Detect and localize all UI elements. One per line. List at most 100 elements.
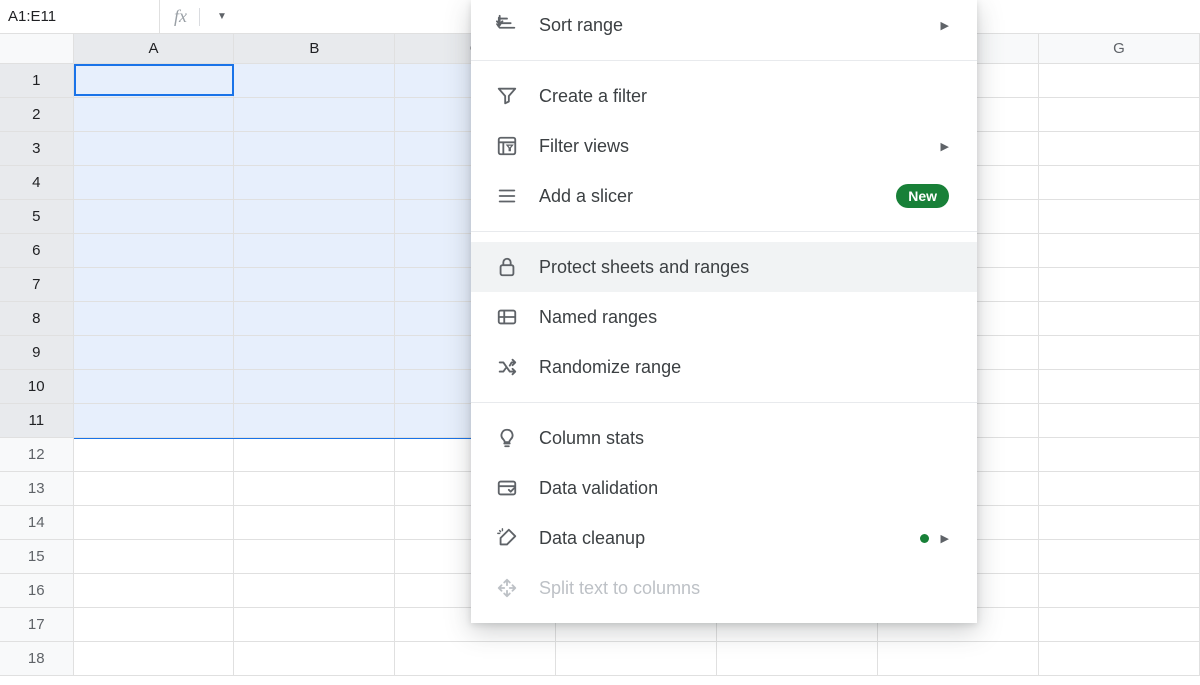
cell[interactable]: [234, 302, 395, 336]
menu-item-label: Sort range: [539, 15, 941, 36]
cell[interactable]: [74, 200, 235, 234]
split-icon: [493, 574, 521, 602]
validation-icon: [493, 474, 521, 502]
filter-icon: [493, 82, 521, 110]
cell[interactable]: [74, 642, 235, 676]
cell[interactable]: [878, 642, 1039, 676]
cell[interactable]: [234, 438, 395, 472]
menu-item-sort-range[interactable]: Sort range▶: [471, 0, 977, 50]
cell[interactable]: [1039, 404, 1200, 438]
menu-item-data-cleanup[interactable]: Data cleanup▶: [471, 513, 977, 563]
menu-item-data-validation[interactable]: Data validation: [471, 463, 977, 513]
cell[interactable]: [1039, 200, 1200, 234]
cell[interactable]: [1039, 608, 1200, 642]
row-header[interactable]: 4: [0, 166, 74, 200]
column-header[interactable]: G: [1039, 34, 1200, 63]
cell[interactable]: [234, 268, 395, 302]
row-header[interactable]: 14: [0, 506, 74, 540]
cell[interactable]: [74, 98, 235, 132]
cell[interactable]: [1039, 370, 1200, 404]
menu-item-label: Named ranges: [539, 307, 949, 328]
row-header[interactable]: 11: [0, 404, 74, 438]
row-header[interactable]: 13: [0, 472, 74, 506]
cell[interactable]: [74, 404, 235, 438]
cell[interactable]: [234, 370, 395, 404]
cell[interactable]: [395, 642, 556, 676]
cell[interactable]: [1039, 336, 1200, 370]
cell[interactable]: [74, 234, 235, 268]
cell[interactable]: [74, 132, 235, 166]
slicer-icon: [493, 182, 521, 210]
row-header[interactable]: 6: [0, 234, 74, 268]
menu-item-add-slicer[interactable]: Add a slicerNew: [471, 171, 977, 221]
cell[interactable]: [1039, 438, 1200, 472]
cell[interactable]: [74, 302, 235, 336]
cell[interactable]: [74, 540, 235, 574]
row-header[interactable]: 18: [0, 642, 74, 676]
menu-item-column-stats[interactable]: Column stats: [471, 413, 977, 463]
cell[interactable]: [234, 336, 395, 370]
cell[interactable]: [717, 642, 878, 676]
row-header[interactable]: 15: [0, 540, 74, 574]
menu-item-label: Randomize range: [539, 357, 949, 378]
cell[interactable]: [234, 166, 395, 200]
cell[interactable]: [234, 404, 395, 438]
cell[interactable]: [1039, 234, 1200, 268]
cell[interactable]: [74, 268, 235, 302]
cell[interactable]: [74, 166, 235, 200]
cell[interactable]: [234, 64, 395, 98]
row-header[interactable]: 17: [0, 608, 74, 642]
menu-item-protect[interactable]: Protect sheets and ranges: [471, 242, 977, 292]
row-header[interactable]: 1: [0, 64, 74, 98]
sort-icon: [493, 11, 521, 39]
cell[interactable]: [556, 642, 717, 676]
cell[interactable]: [1039, 166, 1200, 200]
cell[interactable]: [74, 472, 235, 506]
cell[interactable]: [234, 200, 395, 234]
row-header[interactable]: 9: [0, 336, 74, 370]
cell[interactable]: [1039, 642, 1200, 676]
cell[interactable]: [74, 438, 235, 472]
row-header[interactable]: 3: [0, 132, 74, 166]
cell[interactable]: [234, 506, 395, 540]
menu-item-filter-views[interactable]: Filter views▶: [471, 121, 977, 171]
cell[interactable]: [1039, 574, 1200, 608]
data-menu: Sort range▶ Create a filterFilter views▶A…: [471, 0, 977, 623]
row-header[interactable]: 16: [0, 574, 74, 608]
cell[interactable]: [1039, 268, 1200, 302]
cell[interactable]: [1039, 506, 1200, 540]
cell[interactable]: [1039, 64, 1200, 98]
cell[interactable]: [1039, 302, 1200, 336]
cell[interactable]: [1039, 98, 1200, 132]
column-header[interactable]: A: [74, 34, 235, 63]
cell[interactable]: [1039, 540, 1200, 574]
cell[interactable]: [74, 574, 235, 608]
row-header[interactable]: 5: [0, 200, 74, 234]
row-header[interactable]: 8: [0, 302, 74, 336]
lock-icon: [493, 253, 521, 281]
cell[interactable]: [1039, 472, 1200, 506]
cell[interactable]: [74, 506, 235, 540]
row-header[interactable]: 2: [0, 98, 74, 132]
cell[interactable]: [234, 98, 395, 132]
select-all-corner[interactable]: [0, 34, 74, 63]
cell[interactable]: [234, 642, 395, 676]
cell[interactable]: [234, 234, 395, 268]
column-header[interactable]: B: [234, 34, 395, 63]
cell[interactable]: [74, 64, 235, 98]
row-header[interactable]: 12: [0, 438, 74, 472]
cell[interactable]: [234, 608, 395, 642]
cell[interactable]: [234, 132, 395, 166]
cell[interactable]: [234, 540, 395, 574]
cell[interactable]: [74, 608, 235, 642]
cell[interactable]: [234, 472, 395, 506]
cell[interactable]: [234, 574, 395, 608]
row-header[interactable]: 7: [0, 268, 74, 302]
menu-item-randomize[interactable]: Randomize range: [471, 342, 977, 392]
cell[interactable]: [74, 336, 235, 370]
cell[interactable]: [1039, 132, 1200, 166]
cell[interactable]: [74, 370, 235, 404]
row-header[interactable]: 10: [0, 370, 74, 404]
menu-item-create-filter[interactable]: Create a filter: [471, 71, 977, 121]
menu-item-named-ranges[interactable]: Named ranges: [471, 292, 977, 342]
